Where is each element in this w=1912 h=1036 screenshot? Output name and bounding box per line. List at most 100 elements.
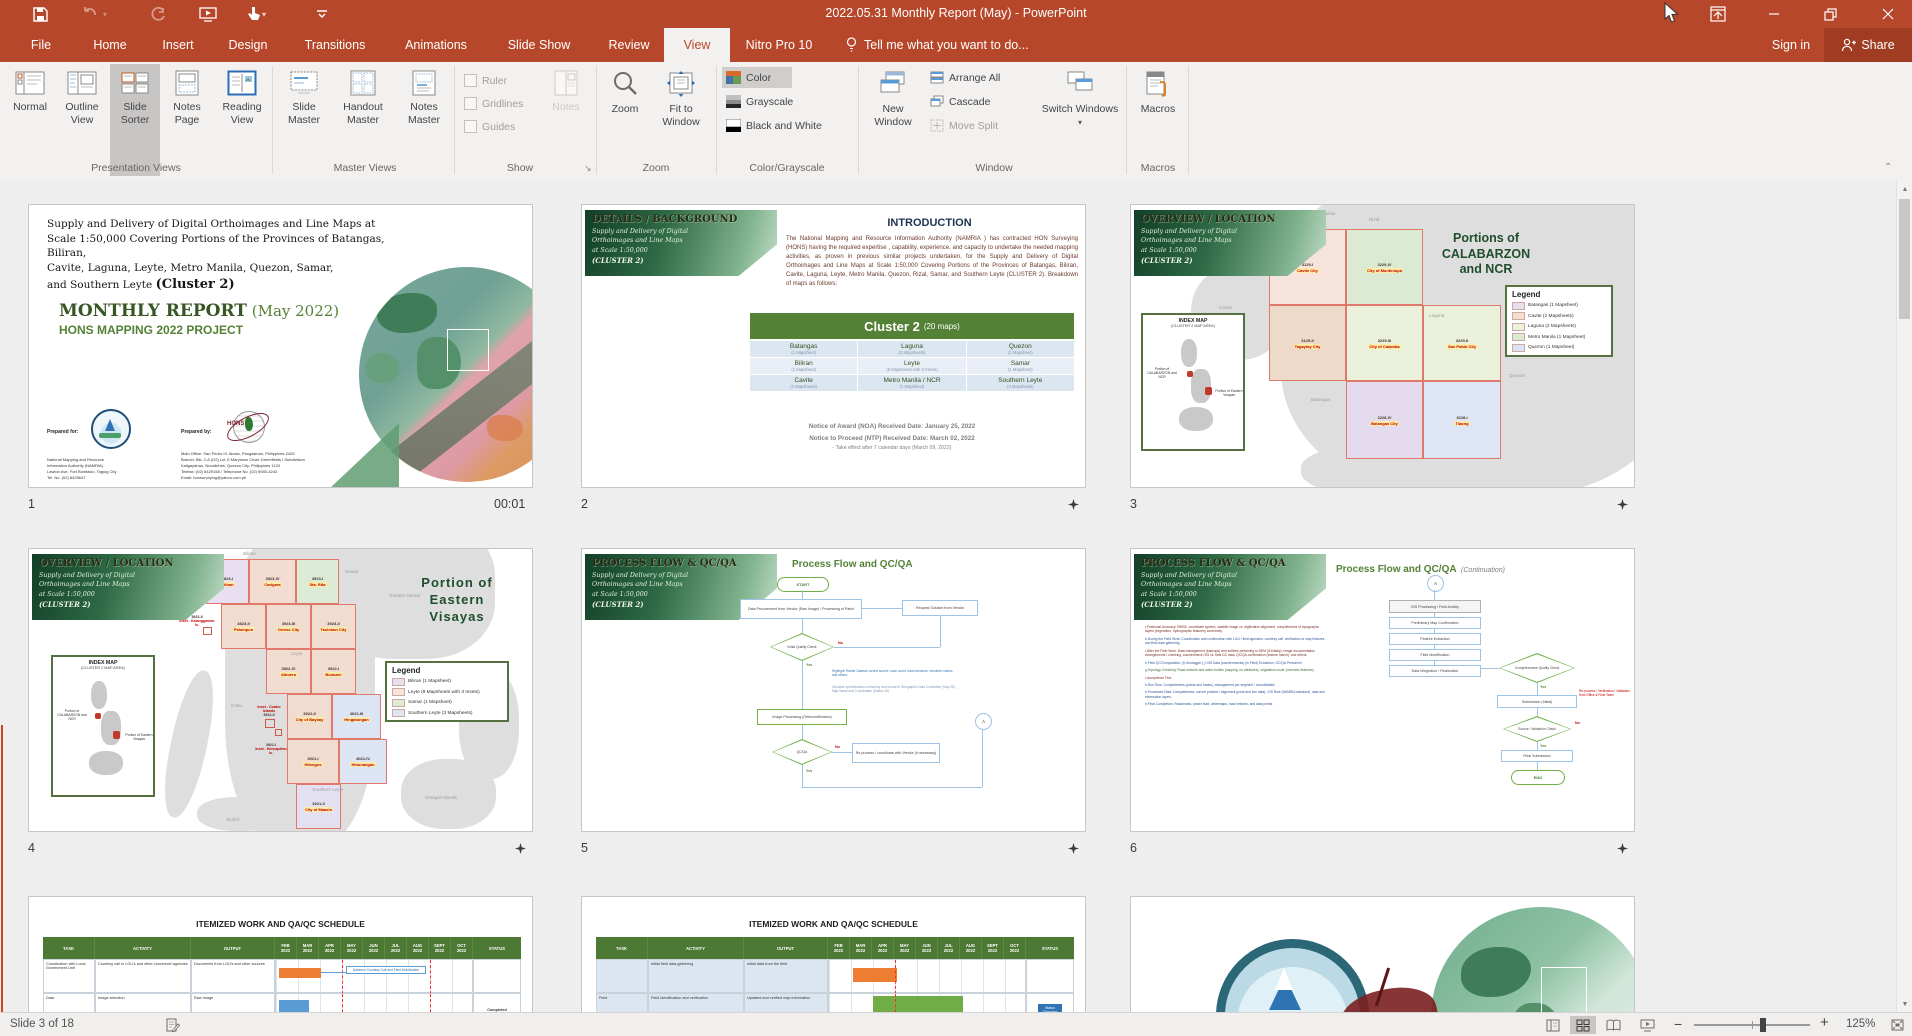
normal-view-button[interactable]: Normal [6, 64, 54, 176]
slide-thumbnail-4[interactable]: 3823-I Biliran 3923-IV Carigara 3923-I Sta.… [28, 548, 533, 832]
save-button[interactable] [30, 4, 50, 24]
legend-item: Samar (1 Mapsheet) [392, 698, 502, 707]
undo-button[interactable] [80, 4, 100, 24]
minimize-button[interactable] [1752, 0, 1796, 28]
slide1-title-line: Cavite, Laguna, Leyte, Metro Manila, Que… [47, 262, 334, 275]
fit-to-window-button[interactable]: Fit to Window [650, 64, 712, 176]
tab-file[interactable]: File [18, 28, 64, 62]
share-button[interactable]: Share [1824, 28, 1912, 62]
touch-mode-caret-icon[interactable]: ▾ [262, 10, 266, 19]
collapse-ribbon-icon[interactable]: ⌃ [1884, 162, 1892, 173]
zoom-in-button[interactable]: + [1820, 1014, 1829, 1031]
slide-thumbnail-6[interactable]: PROCESS FLOW & QC/QA Supply and Delivery… [1130, 548, 1635, 832]
zoom-percentage[interactable]: 125% [1846, 1018, 1875, 1030]
tab-slide-show[interactable]: Slide Show [494, 28, 584, 62]
touch-mouse-mode-button[interactable] [243, 4, 263, 24]
handout-master-button[interactable]: Handout Master [332, 64, 394, 176]
tab-nitro-pro[interactable]: Nitro Pro 10 [734, 28, 824, 62]
grayscale-button[interactable]: Grayscale [722, 91, 797, 112]
flow-box: Preliminary Map Confirmation [1389, 617, 1481, 629]
notes-button[interactable]: Notes [542, 64, 590, 176]
tab-design[interactable]: Design [218, 28, 278, 62]
ribbon-display-options-button[interactable] [1696, 0, 1740, 28]
zoom-button[interactable]: Zoom [602, 64, 648, 176]
geo-label: Southern Leyte [312, 787, 344, 792]
new-window-button[interactable]: New Window [864, 64, 922, 176]
inset-box [203, 627, 212, 635]
show-dialog-launcher-icon[interactable]: ↘ [584, 163, 592, 174]
slide-sorter-button[interactable]: Slide Sorter [110, 64, 160, 176]
normal-view-icon [15, 71, 45, 95]
zoom-slider-thumb[interactable] [1760, 1018, 1766, 1032]
slide2-banner: DETAILS / BACKGROUND Supply and Delivery… [585, 210, 777, 276]
reading-view-icon [227, 70, 257, 96]
ruler-checkbox[interactable]: Ruler [460, 70, 511, 91]
slide-indicator[interactable]: Slide 3 of 18 [10, 1018, 74, 1030]
banner-title: PROCESS FLOW & QC/QA [592, 558, 737, 569]
slide-thumbnail-5[interactable]: PROCESS FLOW & QC/QA Supply and Delivery… [581, 548, 1086, 832]
reading-view-status-button[interactable] [1600, 1016, 1626, 1034]
status-bar: Slide 3 of 18 − + 125% [0, 1012, 1912, 1036]
move-split-button[interactable]: Move Split [926, 115, 1002, 136]
slide-thumbnail-7[interactable]: ITEMIZED WORK AND QA/QC SCHEDULE TASK AC… [28, 896, 533, 1012]
tab-insert[interactable]: Insert [150, 28, 206, 62]
slide-thumbnail-9[interactable] [1130, 896, 1635, 1012]
animation-star-icon [1617, 499, 1628, 510]
undo-caret-icon[interactable]: ▾ [103, 10, 107, 19]
slide-master-button[interactable]: Slide Master [278, 64, 330, 176]
color-button[interactable]: Color [722, 67, 792, 88]
notes-master-icon [412, 70, 436, 96]
slide-thumbnail-3[interactable]: 3129-I Cavite City 3229-IV City of Muntinl… [1130, 204, 1635, 488]
slide-show-status-button[interactable] [1634, 1016, 1660, 1034]
flow-box: Request Solution from Vendor [902, 600, 978, 616]
fit-slide-to-window-button[interactable] [1884, 1016, 1910, 1034]
vertical-scrollbar[interactable]: ▲ ▼ [1896, 181, 1912, 1012]
geo-label: Laguna [1429, 313, 1445, 318]
cascade-button[interactable]: Cascade [926, 91, 994, 112]
switch-windows-button[interactable]: Switch Windows ▾ [1040, 64, 1120, 176]
insertion-indicator [1, 725, 3, 1012]
slide-thumbnail-2[interactable]: DETAILS / BACKGROUND Supply and Delivery… [581, 204, 1086, 488]
tab-animations[interactable]: Animations [392, 28, 480, 62]
notes-master-button[interactable]: Notes Master [396, 64, 452, 176]
close-button[interactable] [1866, 0, 1910, 28]
tab-review[interactable]: Review [598, 28, 660, 62]
normal-view-status-button[interactable] [1540, 1016, 1566, 1034]
notes-page-button[interactable]: Notes Page [162, 64, 212, 176]
black-and-white-button[interactable]: Black and White [722, 115, 826, 136]
gridlines-checkbox[interactable]: Gridlines [460, 93, 527, 114]
start-from-beginning-button[interactable] [198, 4, 218, 24]
macros-button[interactable]: Macros [1132, 64, 1184, 176]
zoom-out-button[interactable]: − [1674, 1016, 1682, 1032]
notes-proofing-icon[interactable] [160, 1016, 186, 1034]
guides-checkbox[interactable]: Guides [460, 116, 519, 137]
slide1-project-subtitle: HONS MAPPING 2022 PROJECT [59, 323, 244, 337]
window-title: 2022.05.31 Monthly Report (May) - PowerP… [825, 6, 1087, 20]
ribbon-separator [454, 66, 455, 174]
mapsheet-cell: 3229-III City of Calamba [1346, 305, 1423, 381]
ntp-note-line: - Take effect after 7 calendar days (Mar… [832, 445, 952, 451]
customize-qat-button[interactable] [312, 4, 332, 24]
scroll-down-icon[interactable]: ▼ [1897, 996, 1912, 1012]
scrollbar-thumb[interactable] [1899, 199, 1910, 319]
redo-button[interactable] [148, 4, 168, 24]
flow-decision: Source / Validation Check [1503, 716, 1571, 742]
outline-view-button[interactable]: Outline View [56, 64, 108, 176]
restore-button[interactable] [1808, 0, 1852, 28]
tab-home[interactable]: Home [82, 28, 138, 62]
slide-number: 4 [28, 841, 35, 855]
tellme-box[interactable]: Tell me what you want to do... [862, 28, 1031, 62]
slide-thumbnail-1[interactable]: Supply and Delivery of Digital Orthoimag… [28, 204, 533, 488]
arrange-all-button[interactable]: Arrange All [926, 67, 1004, 88]
flow-line [1537, 762, 1538, 770]
reading-view-button[interactable]: Reading View [214, 64, 270, 176]
slide-thumbnail-8[interactable]: ITEMIZED WORK AND QA/QC SCHEDULE TASK AC… [581, 896, 1086, 1012]
tab-view[interactable]: View [664, 28, 730, 62]
flow-line [802, 619, 803, 633]
scroll-up-icon[interactable]: ▲ [1897, 181, 1912, 197]
slide-sorter-status-button[interactable] [1570, 1016, 1596, 1034]
tab-transitions[interactable]: Transitions [292, 28, 378, 62]
mapsheet-cell: 3923-IV Carigara [249, 559, 296, 604]
sign-in-link[interactable]: Sign in [1762, 28, 1820, 62]
inset-note: Inset - Cuatro Islands 3922-II [251, 705, 287, 736]
